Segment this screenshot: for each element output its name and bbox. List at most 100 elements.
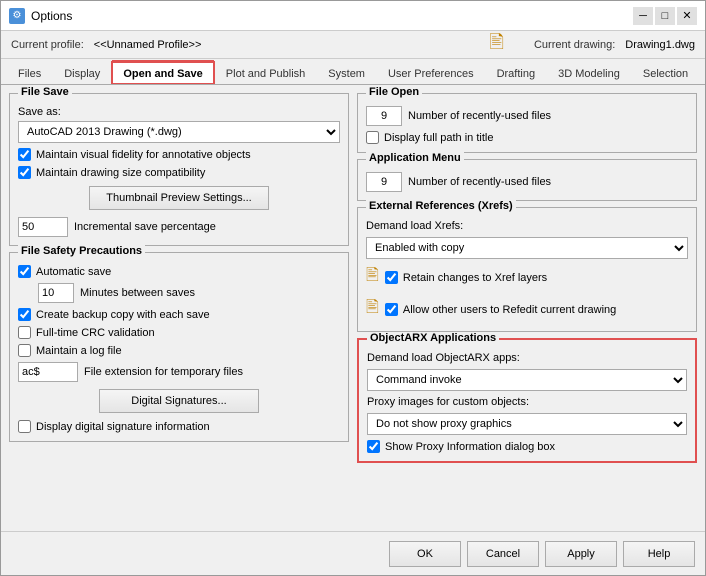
xrefs-group: External References (Xrefs) Demand load … [357, 207, 697, 332]
crc-checkbox-row: Full-time CRC validation [18, 326, 340, 339]
log-file-label: Maintain a log file [36, 345, 122, 357]
backup-label: Create backup copy with each save [36, 309, 210, 321]
file-ext-row: File extension for temporary files [18, 362, 340, 382]
tab-files[interactable]: Files [7, 62, 52, 84]
tab-open-save[interactable]: Open and Save [112, 62, 213, 84]
tab-system[interactable]: System [317, 62, 376, 84]
backup-checkbox-row: Create backup copy with each save [18, 308, 340, 321]
xref-icon-2: 🖹 [366, 296, 379, 323]
digital-info-checkbox-row: Display digital signature information [18, 420, 340, 433]
digital-info-checkbox[interactable] [18, 420, 31, 433]
file-open-content: Number of recently-used files Display fu… [366, 106, 688, 144]
retain-changes-checkbox[interactable] [385, 271, 398, 284]
retain-changes-row: 🖹 Retain changes to Xref layers [366, 264, 688, 291]
save-as-dropdown[interactable]: AutoCAD 2013 Drawing (*.dwg) [18, 121, 340, 143]
profile-bar: Current profile: <<Unnamed Profile>> 🖹 C… [1, 31, 705, 59]
file-safety-title: File Safety Precautions [18, 245, 145, 257]
app-menu-content: Number of recently-used files [366, 172, 688, 192]
minutes-row: Minutes between saves [18, 283, 340, 303]
retain-changes-label: Retain changes to Xref layers [403, 272, 547, 284]
log-file-checkbox-row: Maintain a log file [18, 344, 340, 357]
objectarx-content: Demand load ObjectARX apps: Command invo… [367, 352, 687, 453]
tab-plot-publish[interactable]: Plot and Publish [215, 62, 317, 84]
app-menu-recent-label: Number of recently-used files [408, 176, 551, 188]
auto-save-checkbox[interactable] [18, 265, 31, 278]
tab-user-preferences[interactable]: User Preferences [377, 62, 485, 84]
show-proxy-checkbox[interactable] [367, 440, 380, 453]
auto-save-label: Automatic save [36, 266, 111, 278]
file-save-title: File Save [18, 86, 72, 98]
recent-files-input[interactable] [366, 106, 402, 126]
proxy-images-label: Proxy images for custom objects: [367, 396, 687, 408]
ok-button[interactable]: OK [389, 541, 461, 567]
visual-fidelity-checkbox-row: Maintain visual fidelity for annotative … [18, 148, 340, 161]
demand-load-arx-dropdown[interactable]: Command invoke [367, 369, 687, 391]
backup-checkbox[interactable] [18, 308, 31, 321]
file-ext-input[interactable] [18, 362, 78, 382]
show-proxy-checkbox-row: Show Proxy Information dialog box [367, 440, 687, 453]
proxy-images-dropdown[interactable]: Do not show proxy graphics [367, 413, 687, 435]
file-open-title: File Open [366, 86, 422, 98]
current-drawing-label: Current drawing: [534, 39, 615, 51]
tab-3d-modeling[interactable]: 3D Modeling [547, 62, 631, 84]
xrefs-content: Demand load Xrefs: Enabled with copy 🖹 R… [366, 220, 688, 323]
crc-label: Full-time CRC validation [36, 327, 155, 339]
help-button[interactable]: Help [623, 541, 695, 567]
demand-load-arx-label: Demand load ObjectARX apps: [367, 352, 687, 364]
save-as-row: Save as: AutoCAD 2013 Drawing (*.dwg) [18, 106, 340, 143]
full-path-checkbox-row: Display full path in title [366, 131, 688, 144]
right-panel: File Open Number of recently-used files … [357, 93, 697, 523]
visual-fidelity-checkbox[interactable] [18, 148, 31, 161]
file-safety-group: File Safety Precautions Automatic save M… [9, 252, 349, 442]
title-bar: ⚙ Options ─ □ ✕ [1, 1, 705, 31]
drawing-name: Drawing1.dwg [625, 39, 695, 51]
incremental-save-input[interactable] [18, 217, 68, 237]
digital-info-label: Display digital signature information [36, 421, 210, 433]
drawing-icon: 🖹 [489, 30, 503, 60]
app-menu-recent-input[interactable] [366, 172, 402, 192]
auto-save-checkbox-row: Automatic save [18, 265, 340, 278]
minimize-button[interactable]: ─ [633, 7, 653, 25]
crc-checkbox[interactable] [18, 326, 31, 339]
recent-files-row: Number of recently-used files [366, 106, 688, 126]
recent-files-label: Number of recently-used files [408, 110, 551, 122]
tab-profiles[interactable]: Profiles [700, 62, 705, 84]
title-bar-left: ⚙ Options [9, 8, 72, 24]
demand-load-xrefs-dropdown[interactable]: Enabled with copy [366, 237, 688, 259]
tab-display[interactable]: Display [53, 62, 111, 84]
retain-changes-checkbox-row: Retain changes to Xref layers [385, 271, 547, 284]
file-safety-content: Automatic save Minutes between saves Cre… [18, 265, 340, 433]
allow-refedit-checkbox-row: Allow other users to Refedit current dra… [385, 303, 616, 316]
apply-button[interactable]: Apply [545, 541, 617, 567]
drawing-size-checkbox[interactable] [18, 166, 31, 179]
allow-refedit-checkbox[interactable] [385, 303, 398, 316]
drawing-size-checkbox-row: Maintain drawing size compatibility [18, 166, 340, 179]
tab-drafting[interactable]: Drafting [486, 62, 547, 84]
file-ext-label: File extension for temporary files [84, 366, 243, 378]
allow-refedit-row: 🖹 Allow other users to Refedit current d… [366, 296, 688, 323]
app-menu-group: Application Menu Number of recently-used… [357, 159, 697, 201]
profile-name: <<Unnamed Profile>> [94, 39, 202, 51]
drawing-size-label: Maintain drawing size compatibility [36, 167, 205, 179]
log-file-checkbox[interactable] [18, 344, 31, 357]
file-open-group: File Open Number of recently-used files … [357, 93, 697, 153]
thumbnail-preview-button[interactable]: Thumbnail Preview Settings... [89, 186, 269, 210]
maximize-button[interactable]: □ [655, 7, 675, 25]
tab-selection[interactable]: Selection [632, 62, 699, 84]
xref-icon-1: 🖹 [366, 264, 379, 291]
tab-bar: Files Display Open and Save Plot and Pub… [1, 59, 705, 85]
content-area: File Save Save as: AutoCAD 2013 Drawing … [1, 85, 705, 531]
cancel-button[interactable]: Cancel [467, 541, 539, 567]
current-profile-label: Current profile: [11, 39, 84, 51]
full-path-checkbox[interactable] [366, 131, 379, 144]
digital-signatures-button[interactable]: Digital Signatures... [99, 389, 259, 413]
full-path-label: Display full path in title [384, 132, 493, 144]
app-menu-title: Application Menu [366, 152, 464, 164]
objectarx-title: ObjectARX Applications [367, 332, 499, 344]
file-save-group: File Save Save as: AutoCAD 2013 Drawing … [9, 93, 349, 246]
file-save-content: Save as: AutoCAD 2013 Drawing (*.dwg) Ma… [18, 106, 340, 237]
minutes-input[interactable] [38, 283, 74, 303]
close-button[interactable]: ✕ [677, 7, 697, 25]
xrefs-title: External References (Xrefs) [366, 200, 516, 212]
visual-fidelity-label: Maintain visual fidelity for annotative … [36, 149, 251, 161]
